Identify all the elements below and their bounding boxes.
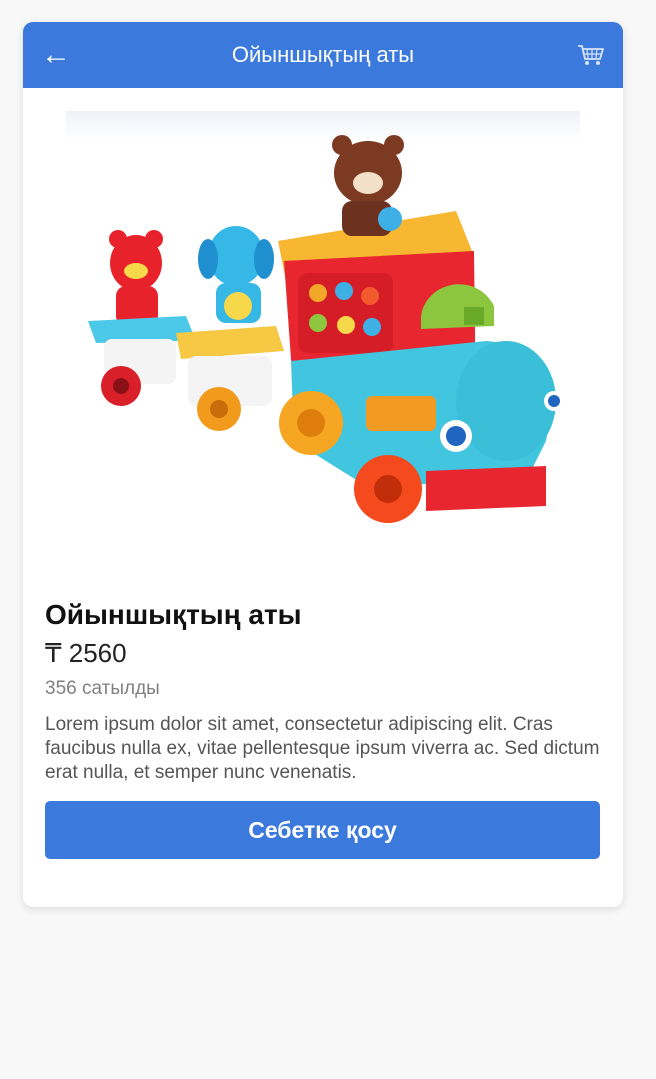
toy-train-image (88, 135, 564, 523)
product-title: Ойыншықтың аты (45, 599, 302, 630)
add-to-cart-button[interactable]: Себетке қосу (45, 801, 600, 859)
product-info: Ойыншықтың аты ₸ 2560 356 сатылды Lorem … (23, 551, 623, 859)
shopping-cart-icon (578, 45, 604, 65)
product-description: Lorem ipsum dolor sit amet, consectetur … (45, 714, 600, 783)
header-title: Ойыншықтың аты (231, 42, 415, 67)
sold-count: 356 сатылды (45, 678, 160, 699)
back-arrow-icon[interactable]: ← (41, 35, 81, 75)
product-price: ₸ 2560 (45, 638, 127, 668)
cart-button[interactable] (565, 35, 605, 75)
product-image (66, 111, 580, 551)
product-card: ← Ойыншықтың аты Ойыншықтың аты ₸ 2560 3… (23, 22, 623, 907)
app-header: ← Ойыншықтың аты (23, 22, 623, 88)
